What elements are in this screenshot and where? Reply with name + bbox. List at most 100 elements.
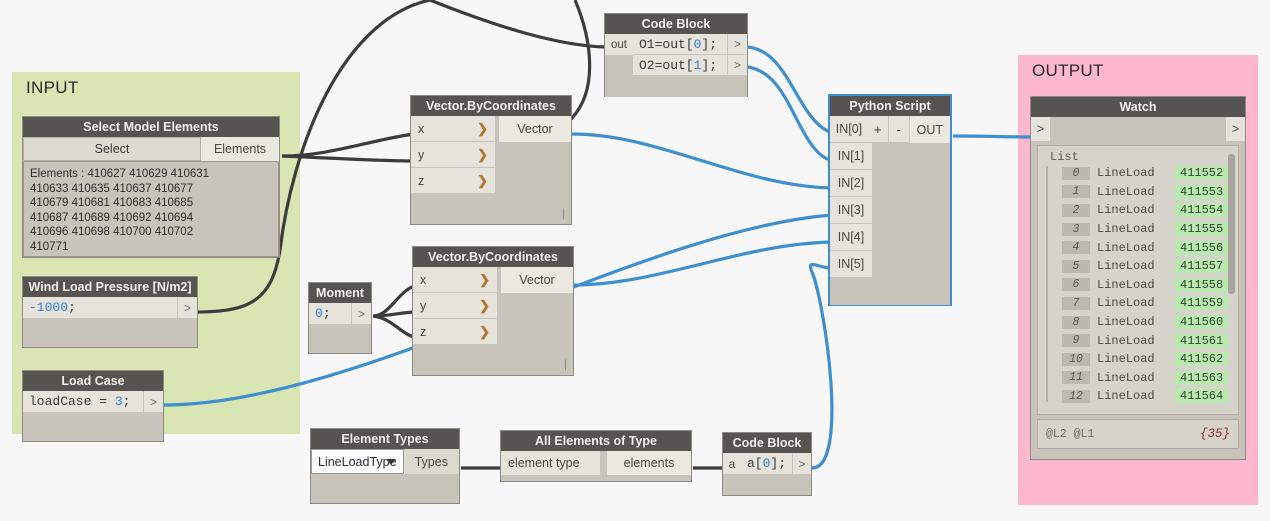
watch-list-item: 1 LineLoad 411553 (1048, 183, 1238, 202)
watch-output-port[interactable]: > (1226, 117, 1245, 141)
port-y-input[interactable]: y ❯ (411, 142, 495, 168)
node-python-script[interactable]: Python Script IN[0] + - OUT IN[1] IN[2] … (828, 94, 952, 306)
node-vector-bycoordinates-bottom[interactable]: Vector.ByCoordinates x ❯ Vector y ❯ z ❯ … (412, 246, 574, 376)
watch-input-port[interactable]: > (1031, 117, 1050, 141)
node-select-model-elements[interactable]: Select Model Elements Select Elements El… (22, 116, 280, 258)
list-index: 6 (1062, 278, 1090, 292)
list-index: 11 (1062, 371, 1090, 385)
moment-output-port[interactable]: > (351, 303, 371, 325)
element-type-dropdown[interactable]: LineLoadType (311, 449, 404, 474)
watch-footer: @L2 @L1 {35} (1037, 419, 1239, 449)
element-preview-list: Elements : 410627 410629 410631 410633 4… (23, 161, 279, 257)
port-a-input[interactable]: a (723, 453, 741, 475)
node-watch[interactable]: Watch > > List 0 LineLoad 411552 1 LineLoad 4… (1030, 96, 1246, 460)
watch-list-item: 0 LineLoad 411552 (1048, 164, 1238, 183)
port-x-input[interactable]: x ❯ (411, 116, 495, 142)
code-text: O1=out[ (639, 36, 694, 52)
port-in-5[interactable]: IN[5] (830, 251, 872, 278)
code-block-output-port-1[interactable]: > (727, 34, 747, 55)
node-title: All Elements of Type (501, 431, 691, 451)
port-elements-output[interactable]: Elements (201, 137, 279, 161)
list-item-type: LineLoad (1097, 203, 1155, 218)
list-index: 1 (1062, 185, 1090, 199)
port-types-output[interactable]: Types (403, 449, 459, 474)
watch-list-item: 7 LineLoad 411559 (1048, 294, 1238, 313)
load-case-output-port[interactable]: > (143, 391, 163, 413)
node-title: Vector.ByCoordinates (411, 96, 571, 116)
list-item-type: LineLoad (1097, 184, 1155, 199)
watch-levels[interactable]: @L2 @L1 (1046, 428, 1094, 441)
list-item-value: 411562 (1175, 352, 1229, 367)
code-block-line-2[interactable]: O2=out[1]; (633, 55, 727, 76)
port-label: y (420, 298, 427, 313)
code-block-bottom-output-port[interactable]: > (792, 453, 811, 475)
port-element-type-input[interactable]: element type (501, 451, 600, 475)
node-title: Select Model Elements (23, 117, 279, 137)
chevron-right-icon: ❯ (477, 172, 488, 188)
wind-load-code-input[interactable]: -1000; (23, 297, 177, 319)
load-case-value: 3 (114, 394, 123, 409)
load-case-code-input[interactable]: loadCase = 3; (23, 391, 143, 413)
watch-list-item: 8 LineLoad 411560 (1048, 313, 1238, 332)
list-item-type: LineLoad (1097, 333, 1155, 348)
node-title: Watch (1031, 97, 1245, 117)
list-item-type: LineLoad (1097, 352, 1155, 367)
node-footer (311, 474, 459, 503)
port-in-2[interactable]: IN[2] (830, 170, 872, 197)
port-in-1[interactable]: IN[1] (830, 143, 872, 170)
list-index: 10 (1062, 352, 1090, 366)
port-out[interactable]: OUT (909, 116, 951, 143)
wind-load-value: -1000 (29, 300, 69, 315)
remove-input-button[interactable]: - (888, 116, 910, 143)
port-vector-output[interactable]: Vector (499, 116, 571, 142)
select-button[interactable]: Select (23, 137, 201, 161)
node-all-elements-of-type[interactable]: All Elements of Type element type elemen… (500, 430, 692, 482)
node-code-block-bottom[interactable]: Code Block a a[0]; > (722, 432, 812, 496)
watch-result-panel[interactable]: List 0 LineLoad 411552 1 LineLoad 411553 2 Line… (1037, 145, 1239, 415)
node-moment[interactable]: Moment 0; > (308, 282, 372, 354)
node-vector-bycoordinates-top[interactable]: Vector.ByCoordinates x ❯ Vector y ❯ z ❯ … (410, 95, 572, 225)
code-block-output-port-2[interactable]: > (727, 55, 747, 76)
port-z-input[interactable]: z ❯ (413, 319, 497, 345)
port-out-input[interactable]: out (605, 34, 633, 56)
moment-value: 0 (315, 306, 323, 321)
add-input-button[interactable]: + (867, 116, 889, 143)
code-block-bottom-code[interactable]: a[0]; (740, 453, 793, 475)
dynamo-canvas[interactable]: INPUT OUTPUT Select Model Elements Selec… (0, 0, 1270, 521)
watch-list: List 0 LineLoad 411552 1 LineLoad 411553 2 Line… (1038, 146, 1238, 406)
moment-code-input[interactable]: 0; (309, 303, 351, 325)
chevron-down-icon[interactable] (385, 458, 396, 465)
list-item-value: 411564 (1175, 389, 1229, 404)
list-index: 4 (1062, 241, 1090, 255)
lacing-marker: | (561, 206, 565, 220)
chevron-right-icon: ❯ (477, 120, 488, 136)
list-item-type: LineLoad (1097, 389, 1155, 404)
watch-list-item: 4 LineLoad 411556 (1048, 238, 1238, 257)
port-z-input[interactable]: z ❯ (411, 168, 495, 194)
list-item-value: 411561 (1175, 333, 1229, 348)
list-item-type: LineLoad (1097, 296, 1155, 311)
node-footer (23, 319, 197, 347)
node-title: Load Case (23, 371, 163, 391)
node-title: Code Block (605, 14, 747, 34)
wind-load-output-port[interactable]: > (177, 297, 197, 319)
port-in-4[interactable]: IN[4] (830, 224, 872, 251)
port-elements-output[interactable]: elements (607, 451, 691, 475)
group-output-title: OUTPUT (1032, 61, 1104, 80)
node-load-case[interactable]: Load Case loadCase = 3; > (22, 370, 164, 442)
port-in-0[interactable]: IN[0] (830, 116, 868, 143)
code-block-line-1[interactable]: O1=out[0]; (633, 34, 727, 55)
list-index: 12 (1062, 389, 1090, 403)
code-text: ]; (770, 456, 787, 471)
node-footer: | (411, 194, 571, 224)
watch-scrollbar[interactable] (1228, 154, 1235, 294)
port-x-input[interactable]: x ❯ (413, 267, 497, 293)
node-wind-load-pressure[interactable]: Wind Load Pressure [N/m2] -1000; > (22, 276, 198, 348)
port-label: y (418, 147, 425, 162)
node-element-types[interactable]: Element Types LineLoadType Types (310, 428, 460, 504)
list-item-value: 411559 (1175, 296, 1229, 311)
node-code-block-top[interactable]: Code Block out O1=out[0]; > O2=out[1]; > (604, 13, 748, 97)
port-vector-output[interactable]: Vector (501, 267, 573, 293)
port-in-3[interactable]: IN[3] (830, 197, 872, 224)
port-y-input[interactable]: y ❯ (413, 293, 497, 319)
